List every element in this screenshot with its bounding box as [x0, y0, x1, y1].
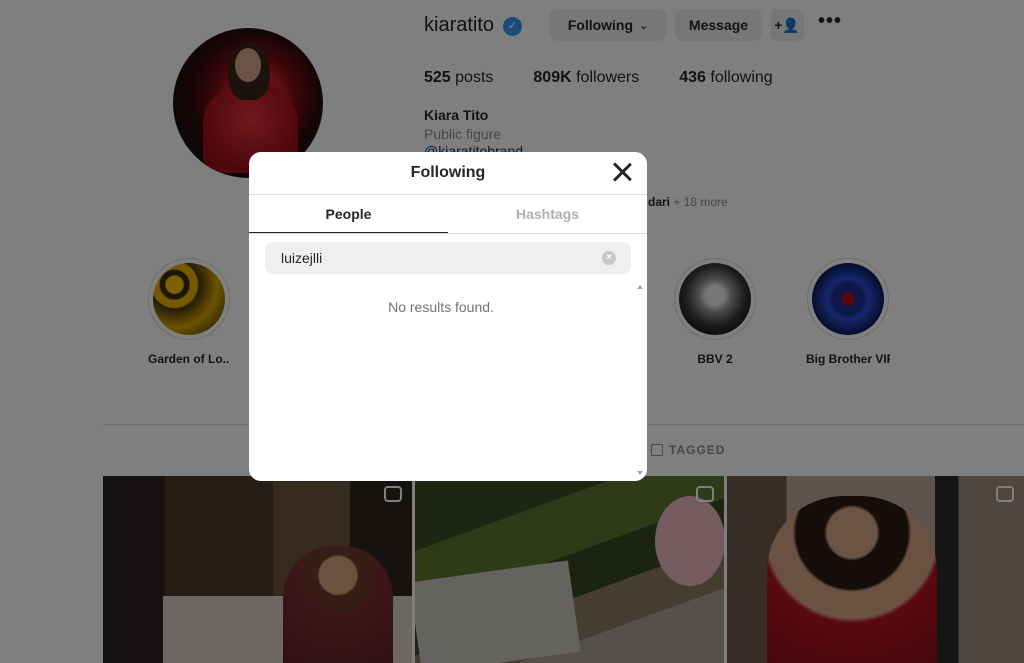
scroll-up-arrow-icon[interactable] [637, 285, 643, 289]
dialog-header: Following [249, 152, 647, 195]
search-results: No results found. [249, 281, 633, 477]
clear-search-icon[interactable]: × [602, 251, 616, 265]
results-scrollbar[interactable] [635, 281, 645, 477]
search-box: × [265, 242, 631, 274]
dialog-tabs: People Hashtags [249, 195, 647, 234]
search-input[interactable] [265, 242, 631, 274]
no-results-message: No results found. [388, 299, 494, 315]
scroll-down-arrow-icon[interactable] [637, 471, 643, 475]
tab-people[interactable]: People [249, 195, 448, 233]
following-dialog: Following People Hashtags × No results f… [249, 152, 647, 481]
close-icon[interactable] [611, 161, 633, 183]
dialog-title: Following [410, 164, 486, 181]
tab-hashtags[interactable]: Hashtags [448, 195, 647, 233]
